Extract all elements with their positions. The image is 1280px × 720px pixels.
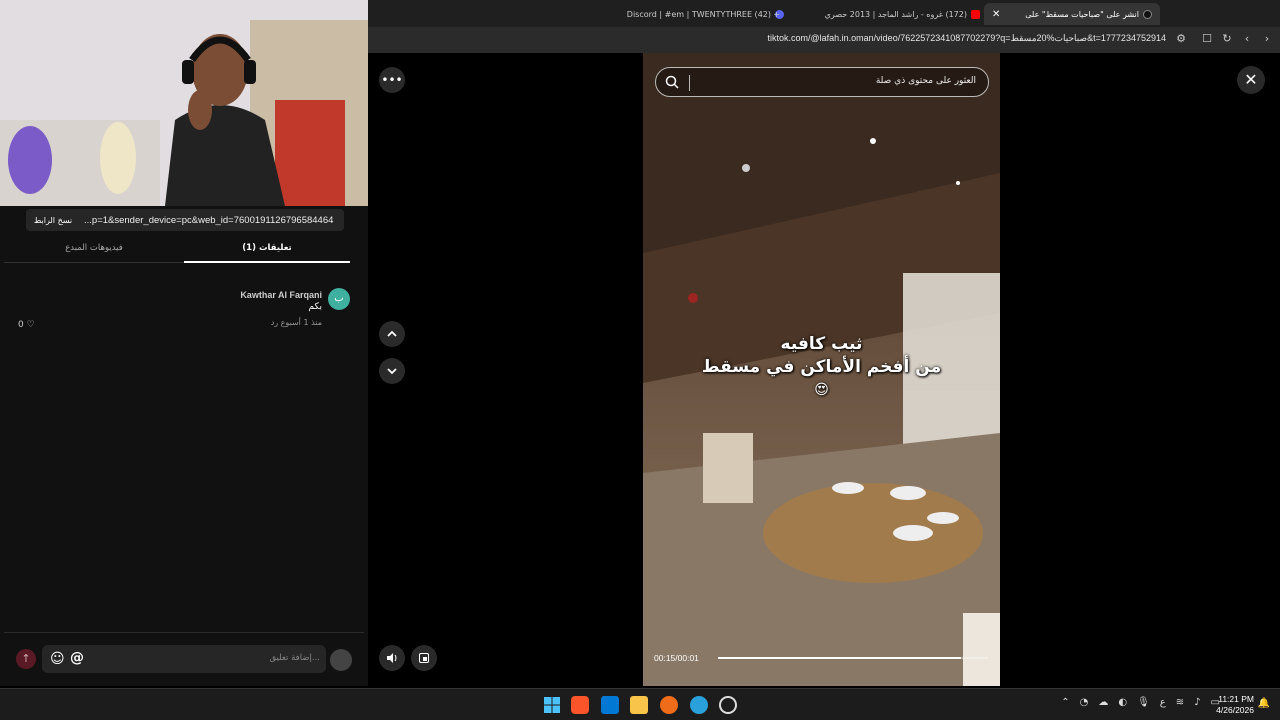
tab-creator-videos[interactable]: فيديوهات المبدع [4, 243, 184, 263]
search-placeholder: العثور على محتوى ذي صلة [875, 76, 976, 86]
edge-icon[interactable]: ◐ [1118, 697, 1127, 708]
network-icon[interactable]: ◔ [1080, 697, 1089, 708]
url-text[interactable]: tiktok.com/@lafah.in.oman/video/76225723… [768, 33, 1167, 44]
more-options-button[interactable]: ••• [379, 67, 405, 93]
wifi-icon[interactable]: ≋ [1176, 697, 1184, 708]
copy-link-button[interactable]: نسخ الرابط [26, 216, 80, 225]
pip-icon [419, 653, 429, 663]
tab-label: (42) Discord | #em | TWENTYTHREE [626, 9, 771, 19]
back-icon[interactable]: ‹ [1240, 32, 1254, 46]
tab-youtube[interactable]: (172) غروه - راشد الماجد | 2013 حصري [825, 3, 980, 25]
caption-emoji: 😍 [814, 382, 829, 398]
comment-meta[interactable]: منذ 1 أسبوع رد [271, 318, 322, 327]
picture-in-picture-button[interactable] [411, 645, 437, 671]
chevron-up-icon [387, 330, 397, 337]
plus-icon: + [773, 9, 780, 19]
video-player[interactable]: العثور على محتوى ذي صلة ثيب كافيه من أفخ… [643, 53, 1000, 686]
app-icon-circle[interactable] [719, 696, 737, 714]
search-divider [689, 75, 690, 91]
clock-date: 4/26/2026 [1216, 705, 1254, 715]
next-video-button[interactable] [379, 358, 405, 384]
system-tray: ⌃ ◔ ☁ ◐ 🎙 ع ≋ ♪ ▭ [1061, 697, 1220, 708]
youtube-icon [971, 9, 980, 19]
close-tab-icon[interactable]: ✕ [992, 9, 1000, 20]
tab-label: (172) غروه - راشد الماجد | 2013 حصري [824, 9, 967, 19]
close-video-button[interactable]: ✕ [1237, 66, 1265, 94]
language-indicator[interactable]: ع [1160, 697, 1166, 708]
mic-icon[interactable]: 🎙 [1137, 697, 1150, 708]
volume-button[interactable] [379, 645, 405, 671]
avatar[interactable]: ب [328, 288, 350, 310]
tab-tiktok[interactable]: انشر على "صباحيات مسقط" على ✕ [984, 3, 1160, 25]
comment-input[interactable]: ☺ @ إضافة تعليق... [42, 645, 326, 673]
brave-browser-icon[interactable] [571, 696, 589, 714]
video-caption: ثيب كافيه من أفخم الأماكن في مسقط 😍 [643, 333, 1000, 402]
forward-icon[interactable]: › [1260, 32, 1274, 46]
notification-bell-icon[interactable]: 🔔 [1258, 698, 1270, 709]
chevron-up-icon[interactable]: ⌃ [1061, 697, 1069, 708]
browser-tab-strip: انشر على "صباحيات مسقط" على ✕ (172) غروه… [368, 0, 1280, 27]
comments-panel: نسخ الرابط ...p=1&sender_device=pc&web_i… [0, 206, 368, 686]
previous-video-button[interactable] [379, 321, 405, 347]
video-progress-fill [718, 657, 961, 659]
telegram-icon[interactable] [690, 696, 708, 714]
caption-line-2: من أفخم الأماكن في مسقط [701, 357, 942, 377]
comment-author[interactable]: Kawthar Al Farqani [240, 290, 322, 300]
mention-icon[interactable]: @ [70, 650, 84, 666]
windows-start-icon[interactable] [543, 696, 561, 714]
share-link-text: ...p=1&sender_device=pc&web_id=760019112… [84, 214, 334, 226]
speaker-icon [387, 653, 397, 663]
chevron-down-icon [387, 368, 397, 375]
video-progress-bar[interactable] [718, 657, 988, 659]
search-icon[interactable] [664, 74, 680, 90]
post-comment-button[interactable]: ↑ [16, 649, 36, 669]
comment-text: بكم [308, 302, 322, 312]
video-timecode: 00:15/00:01 [654, 653, 699, 663]
webcam-overlay [0, 0, 368, 206]
comment-like-button[interactable]: 0 ♡ [18, 320, 35, 330]
share-link-box: نسخ الرابط ...p=1&sender_device=pc&web_i… [26, 209, 344, 231]
app-icon[interactable] [660, 696, 678, 714]
tab-label: انشر على "صباحيات مسقط" على [1025, 9, 1139, 19]
bookmark-icon[interactable]: ☐ [1200, 32, 1214, 46]
comment-input-row: ↑ ☺ @ إضافة تعليق... [4, 632, 364, 684]
vscode-icon[interactable] [601, 696, 619, 714]
emoji-icon[interactable]: ☺ [50, 651, 65, 667]
reload-icon[interactable]: ↻ [1220, 32, 1234, 46]
address-bar[interactable]: tiktok.com/@lafah.in.oman/video/76225723… [368, 27, 1280, 53]
windows-taskbar: ⌃ ◔ ☁ ◐ 🎙 ع ≋ ♪ ▭ 11:21 PM 4/26/2026 🔔 [0, 688, 1280, 720]
site-settings-icon[interactable]: ⚙ [1174, 32, 1188, 46]
tab-discord[interactable]: (42) Discord | #em | TWENTYTHREE [627, 3, 784, 25]
tiktok-icon [1143, 9, 1152, 19]
new-tab-button[interactable]: + [768, 3, 780, 25]
clock[interactable]: 11:21 PM 4/26/2026 [1216, 694, 1254, 716]
related-search-bar[interactable]: العثور على محتوى ذي صلة [655, 67, 989, 97]
volume-icon[interactable]: ♪ [1194, 697, 1200, 708]
caption-line-1: ثيب كافيه [780, 334, 863, 354]
cloud-icon[interactable]: ☁ [1098, 697, 1108, 708]
user-avatar [330, 649, 352, 671]
comment-input-placeholder: إضافة تعليق... [269, 653, 320, 663]
file-explorer-icon[interactable] [630, 696, 648, 714]
clock-time: 11:21 PM [1218, 694, 1254, 704]
tab-comments[interactable]: تعليقات (1) [184, 243, 350, 263]
